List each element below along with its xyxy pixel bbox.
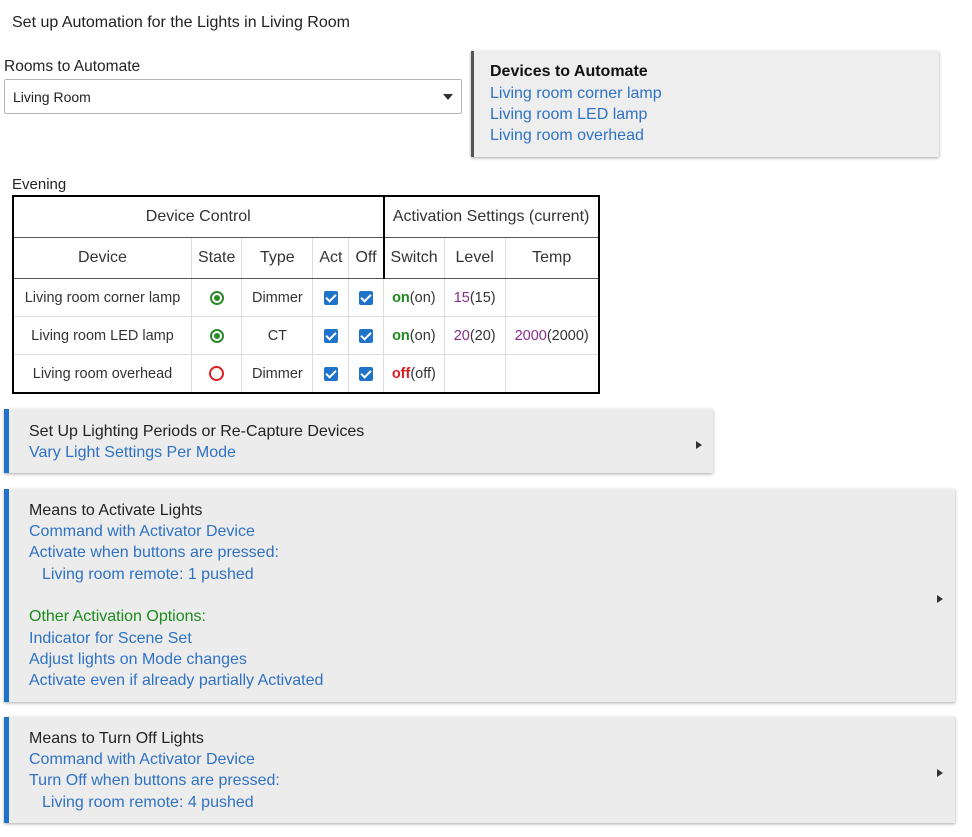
device-name-cell[interactable]: Living room LED lamp — [13, 316, 192, 355]
panel-subtitle: Vary Light Settings Per Mode — [29, 444, 236, 461]
type-cell[interactable]: CT — [241, 316, 314, 355]
level-cell[interactable] — [444, 354, 506, 393]
chevron-right-icon — [937, 595, 943, 603]
activate-buttons-text: Activate when buttons are pressed: — [29, 544, 279, 561]
checkbox-checked-icon[interactable] — [323, 290, 338, 305]
device-name-cell[interactable]: Living room corner lamp — [13, 278, 192, 317]
state-off-icon — [209, 366, 225, 382]
activate-lights-panel[interactable]: Means to Activate Lights Command with Ac… — [4, 489, 955, 702]
act-cell[interactable] — [312, 316, 350, 355]
device-link[interactable]: Living room LED lamp — [490, 106, 647, 124]
device-link[interactable]: Living room overhead — [490, 127, 644, 145]
chevron-down-icon — [443, 94, 453, 100]
rooms-select[interactable]: Living Room — [4, 79, 462, 114]
level-cell[interactable]: 20(20) — [444, 316, 506, 355]
col-switch: Switch — [383, 237, 445, 279]
table-row: Living room corner lamp Dimmer on(on) 15… — [13, 278, 599, 317]
type-cell[interactable]: Dimmer — [241, 354, 314, 393]
col-temp: Temp — [505, 237, 599, 279]
option-text: Indicator for Scene Set — [29, 630, 192, 647]
other-options-title: Other Activation Options: — [29, 608, 206, 625]
panel-title: Means to Turn Off Lights — [29, 730, 204, 747]
activator-command-text: Command with Activator Device — [29, 751, 255, 768]
state-cell[interactable] — [191, 316, 243, 355]
state-on-icon — [209, 328, 224, 343]
activator-command-text: Command with Activator Device — [29, 523, 255, 540]
switch-cell[interactable]: off(off) — [383, 354, 445, 393]
page-title: Set up Automation for the Lights in Livi… — [12, 14, 350, 31]
state-on-icon — [209, 290, 224, 305]
lighting-periods-panel[interactable]: Set Up Lighting Periods or Re-Capture De… — [4, 409, 713, 473]
act-cell[interactable] — [312, 354, 350, 393]
temp-cell[interactable]: 2000(2000) — [505, 316, 599, 355]
state-cell[interactable] — [191, 354, 243, 393]
col-state: State — [191, 237, 243, 279]
panel-title: Set Up Lighting Periods or Re-Capture De… — [29, 423, 365, 440]
checkbox-checked-icon[interactable] — [323, 366, 338, 381]
device-table: Device Control Activation Settings (curr… — [12, 195, 600, 394]
checkbox-checked-icon[interactable] — [323, 328, 338, 343]
period-label: Evening — [12, 176, 67, 193]
checkbox-checked-icon[interactable] — [359, 328, 374, 343]
off-cell[interactable] — [348, 354, 385, 393]
act-cell[interactable] — [312, 278, 350, 317]
activate-remote-text: Living room remote: 1 pushed — [42, 566, 254, 583]
checkbox-checked-icon[interactable] — [359, 366, 374, 381]
device-name-cell[interactable]: Living room overhead — [13, 354, 192, 393]
table-row: Living room overhead Dimmer off(off) — [13, 354, 599, 394]
checkbox-checked-icon[interactable] — [359, 290, 374, 305]
devices-to-automate-box[interactable]: Devices to Automate Living room corner l… — [471, 51, 939, 157]
col-device: Device — [13, 237, 192, 279]
turnoff-remote-text: Living room remote: 4 pushed — [42, 794, 254, 811]
switch-cell[interactable]: on(on) — [383, 278, 445, 317]
type-cell[interactable]: Dimmer — [241, 278, 314, 317]
state-cell[interactable] — [191, 278, 243, 317]
table-row: Living room LED lamp CT on(on) 20(20) 20… — [13, 316, 599, 355]
temp-cell[interactable] — [505, 278, 599, 317]
device-link[interactable]: Living room corner lamp — [490, 85, 662, 103]
off-cell[interactable] — [348, 316, 385, 355]
turnoff-buttons-text: Turn Off when buttons are pressed: — [29, 772, 280, 789]
option-text: Activate even if already partially Activ… — [29, 672, 324, 689]
col-act: Act — [312, 237, 350, 279]
level-cell[interactable]: 15(15) — [444, 278, 506, 317]
turn-off-lights-panel[interactable]: Means to Turn Off Lights Command with Ac… — [4, 717, 955, 823]
group-header-activation: Activation Settings (current) — [383, 196, 599, 238]
col-level: Level — [444, 237, 506, 279]
panel-title: Means to Activate Lights — [29, 502, 203, 519]
switch-cell[interactable]: on(on) — [383, 316, 445, 355]
group-header-device-control: Device Control — [13, 196, 385, 238]
rooms-select-value: Living Room — [13, 89, 91, 105]
col-type: Type — [241, 237, 314, 279]
devices-box-title: Devices to Automate — [490, 63, 648, 80]
temp-cell[interactable] — [505, 355, 599, 394]
rooms-label: Rooms to Automate — [4, 58, 141, 75]
col-off: Off — [348, 237, 385, 279]
off-cell[interactable] — [348, 278, 385, 317]
option-text: Adjust lights on Mode changes — [29, 651, 247, 668]
chevron-right-icon — [696, 441, 702, 449]
chevron-right-icon — [937, 769, 943, 777]
